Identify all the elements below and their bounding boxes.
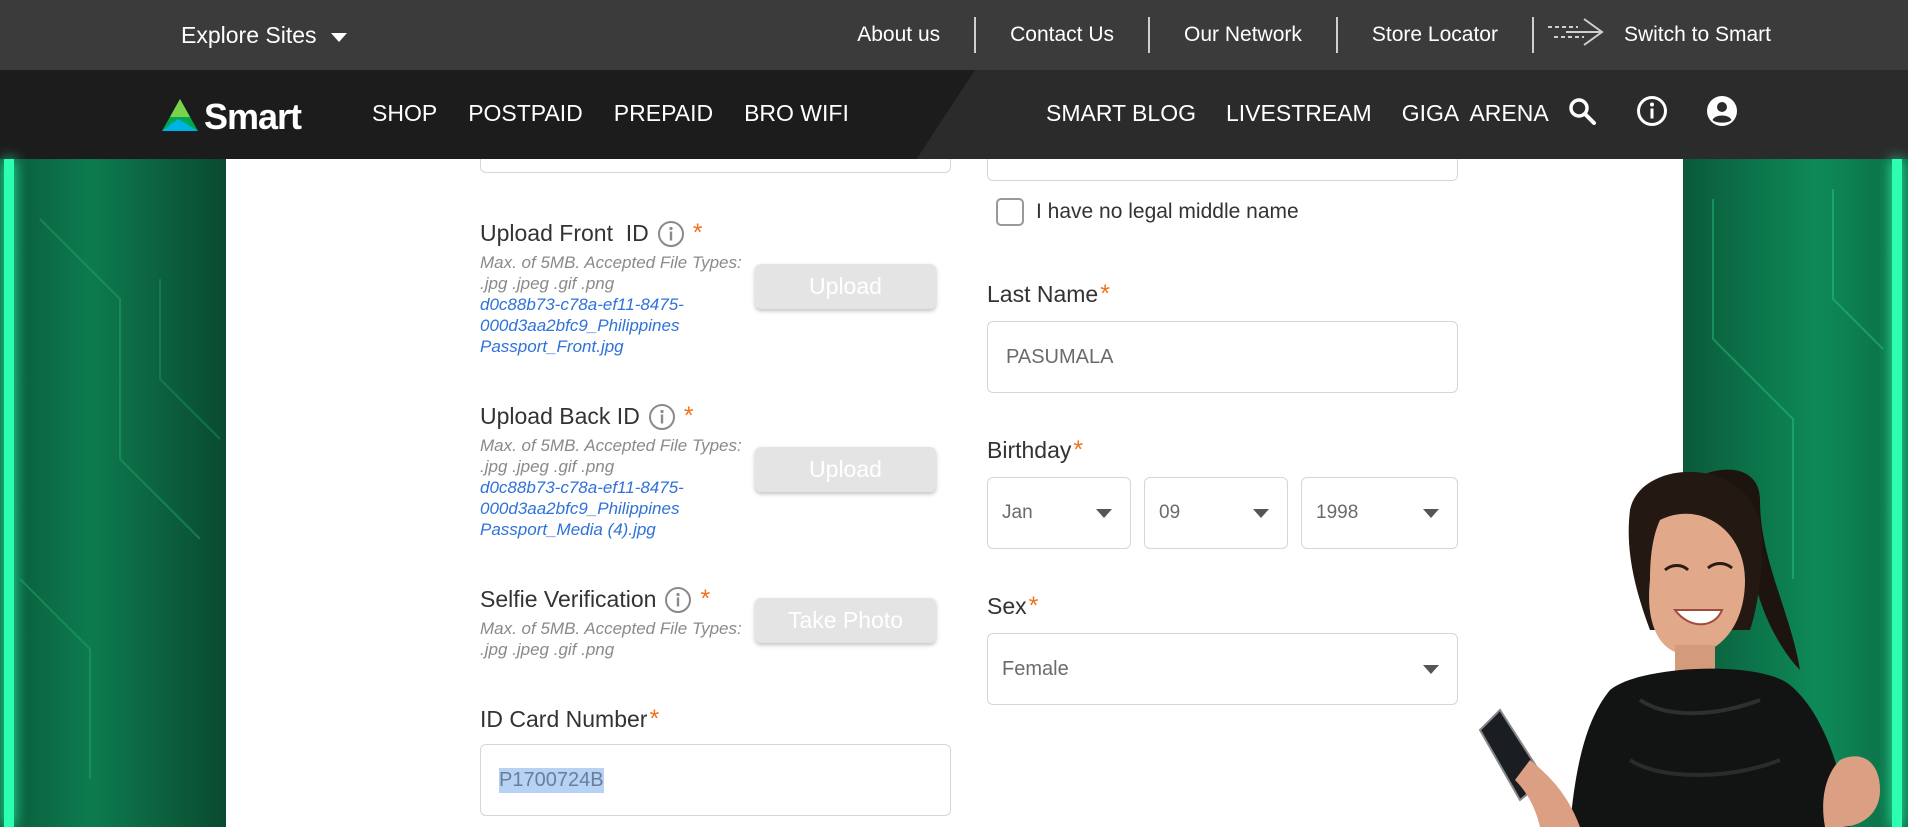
nav-item-shop[interactable]: SHOP xyxy=(372,100,437,127)
birthday-day-value: 09 xyxy=(1159,502,1181,523)
nav-icons xyxy=(1565,94,1739,128)
upload-front-id-button[interactable]: Upload xyxy=(755,264,936,309)
info-circle-icon[interactable] xyxy=(648,403,676,431)
caret-down-icon xyxy=(330,32,347,42)
required-asterisk: * xyxy=(683,402,694,430)
nav-item-giga-arena[interactable]: GIGA ARENA xyxy=(1402,100,1549,127)
switch-arrow-icon xyxy=(1544,15,1606,55)
nav-item-postpaid[interactable]: POSTPAID xyxy=(468,100,583,127)
birthday-year-value: 1998 xyxy=(1316,502,1359,523)
info-circle-icon[interactable] xyxy=(664,586,692,614)
id-card-number-value: P1700724B xyxy=(499,767,604,793)
selfie-label: Selfie Verification xyxy=(480,586,657,612)
last-name-label-row: Last Name * xyxy=(987,280,1110,309)
sex-label: Sex xyxy=(987,593,1027,619)
birthday-year-select[interactable]: 1998 xyxy=(1301,477,1458,549)
chevron-down-icon xyxy=(1096,508,1112,518)
smart-logo-text: Smart xyxy=(204,96,302,137)
account-icon[interactable] xyxy=(1705,94,1739,128)
required-asterisk: * xyxy=(1100,280,1110,308)
chevron-down-icon xyxy=(1253,508,1269,518)
back-id-file-name[interactable]: d0c88b73-c78a-ef11-8475-000d3aa2bfc9_Phi… xyxy=(480,477,760,540)
switch-to-smart-label: Switch to Smart xyxy=(1623,23,1771,46)
about-us-link[interactable]: About us xyxy=(823,17,977,53)
id-card-label: ID Card Number xyxy=(480,706,648,732)
last-name-input[interactable]: PASUMALA xyxy=(987,321,1458,393)
selfie-help-text: Max. of 5MB. Accepted File Types: .jpg .… xyxy=(480,619,742,659)
nav-item-prepaid[interactable]: PREPAID xyxy=(614,100,713,127)
birthday-month-value: Jan xyxy=(1002,502,1033,523)
front-id-help-text: Max. of 5MB. Accepted File Types: .jpg .… xyxy=(480,253,742,293)
contact-us-link[interactable]: Contact Us xyxy=(976,17,1151,53)
front-id-label: Upload Front ID xyxy=(480,220,649,246)
sex-value: Female xyxy=(1002,657,1069,680)
no-middle-name-row[interactable]: I have no legal middle name xyxy=(996,198,1299,226)
required-asterisk: * xyxy=(692,219,703,247)
smart-logo-icon xyxy=(160,97,200,138)
chevron-down-icon xyxy=(1423,508,1439,518)
nav-item-smart-blog[interactable]: SMART BLOG xyxy=(1046,100,1196,127)
smart-logo[interactable]: Smart xyxy=(160,96,302,138)
search-icon[interactable] xyxy=(1565,94,1599,128)
required-asterisk: * xyxy=(1073,436,1084,464)
no-middle-name-checkbox[interactable] xyxy=(996,198,1024,226)
last-name-value: PASUMALA xyxy=(1006,345,1114,368)
our-network-link[interactable]: Our Network xyxy=(1150,17,1338,53)
take-photo-button[interactable]: Take Photo xyxy=(755,598,936,643)
info-icon[interactable] xyxy=(1635,94,1669,128)
nav-right-menu: SMART BLOG LIVESTREAM GIGA ARENA xyxy=(1046,100,1549,127)
upload-back-id-button[interactable]: Upload xyxy=(755,447,936,492)
required-asterisk: * xyxy=(1028,592,1039,620)
brand-ambassador-image xyxy=(1460,460,1908,827)
sex-label-row: Sex * xyxy=(987,592,1038,621)
explore-sites-label: Explore Sites xyxy=(181,22,317,48)
store-locator-link[interactable]: Store Locator xyxy=(1338,17,1534,53)
info-circle-icon[interactable] xyxy=(657,220,685,248)
selfie-label-row: Selfie Verification * xyxy=(480,585,710,614)
switch-to-smart-link[interactable]: Switch to Smart xyxy=(1534,15,1908,55)
main-navigation: Smart SHOP POSTPAID PREPAID BRO WIFI SMA… xyxy=(0,70,1908,159)
nav-item-bro-wifi[interactable]: BRO WIFI xyxy=(744,100,849,127)
id-card-number-input[interactable]: P1700724B xyxy=(480,744,951,816)
last-name-label: Last Name xyxy=(987,281,1099,307)
utility-links: About us Contact Us Our Network Store Lo… xyxy=(823,0,1908,70)
birthday-month-select[interactable]: Jan xyxy=(987,477,1131,549)
utility-bar: Explore Sites About us Contact Us Our Ne… xyxy=(0,0,1908,70)
front-id-file-name[interactable]: d0c88b73-c78a-ef11-8475-000d3aa2bfc9_Phi… xyxy=(480,294,760,357)
middle-name-input[interactable] xyxy=(987,159,1458,181)
id-card-label-row: ID Card Number * xyxy=(480,705,659,734)
nav-item-livestream[interactable]: LIVESTREAM xyxy=(1226,100,1372,127)
front-id-label-row: Upload Front ID * xyxy=(480,219,702,248)
required-asterisk: * xyxy=(700,585,711,613)
back-id-label-row: Upload Back ID * xyxy=(480,402,694,431)
background-left-decoration xyxy=(0,159,226,827)
back-id-label: Upload Back ID xyxy=(480,403,640,429)
no-middle-name-label: I have no legal middle name xyxy=(1036,200,1299,223)
birthday-label: Birthday xyxy=(987,437,1072,463)
nav-left-menu: SHOP POSTPAID PREPAID BRO WIFI xyxy=(372,100,849,127)
birthday-label-row: Birthday * xyxy=(987,436,1083,465)
chevron-down-icon xyxy=(1423,664,1439,674)
birthday-day-select[interactable]: 09 xyxy=(1144,477,1288,549)
sex-select[interactable]: Female xyxy=(987,633,1458,705)
explore-sites-dropdown[interactable]: Explore Sites xyxy=(181,22,347,49)
partial-input-field[interactable] xyxy=(480,159,951,173)
back-id-help-text: Max. of 5MB. Accepted File Types: .jpg .… xyxy=(480,436,742,476)
required-asterisk: * xyxy=(649,705,660,733)
